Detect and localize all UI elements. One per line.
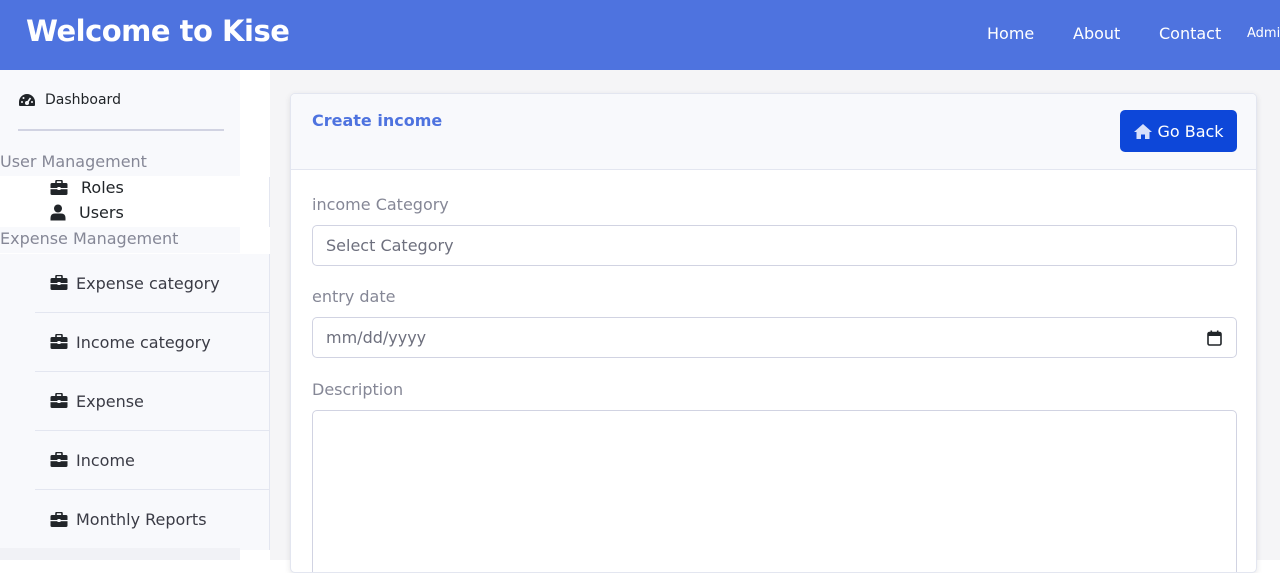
nav-contact-link[interactable]: Contact	[1159, 24, 1221, 43]
income-category-select[interactable]: Select Category	[312, 225, 1237, 266]
create-income-card: Create income Go Back income Category Se…	[290, 93, 1257, 573]
sidebar-item-users[interactable]: Users	[50, 203, 124, 222]
top-navbar: Welcome to Kise Home About Contact Admi	[0, 0, 1280, 70]
expense-category-label: Expense category	[76, 273, 220, 293]
nav-about-link[interactable]: About	[1073, 24, 1120, 43]
dashboard-label: Dashboard	[45, 92, 121, 108]
section-expense-management: Expense Management	[0, 227, 240, 253]
sidebar-item-dashboard[interactable]: Dashboard	[18, 92, 121, 108]
calendar-icon[interactable]	[1207, 330, 1222, 346]
user-management-group	[0, 177, 270, 227]
user-icon	[50, 204, 66, 221]
income-category-label: Income category	[76, 332, 211, 352]
card-title: Create income	[312, 111, 443, 130]
sidebar-item-income-category[interactable]: Income category	[35, 313, 269, 372]
roles-label: Roles	[81, 178, 124, 197]
sidebar-item-roles[interactable]: Roles	[50, 178, 124, 197]
entry-date-placeholder: mm/dd/yyyy	[326, 328, 427, 347]
nav-home-link[interactable]: Home	[987, 24, 1034, 43]
expense-label: Expense	[76, 391, 144, 411]
home-icon	[1133, 123, 1153, 140]
sidebar-item-expense[interactable]: Expense	[35, 372, 269, 431]
briefcase-icon	[50, 511, 68, 528]
sidebar-item-expense-category[interactable]: Expense category	[35, 254, 269, 313]
go-back-button[interactable]: Go Back	[1120, 110, 1237, 152]
sidebar-item-monthly-reports[interactable]: Monthly Reports	[35, 490, 269, 549]
sidebar-divider	[18, 129, 224, 131]
income-category-placeholder: Select Category	[326, 236, 454, 255]
description-label: Description	[312, 380, 404, 399]
expense-management-group: Expense category Income category Expense…	[0, 254, 270, 550]
users-label: Users	[79, 203, 124, 222]
card-header: Create income Go Back	[291, 94, 1256, 170]
monthly-reports-label: Monthly Reports	[76, 510, 207, 529]
income-category-field-label: income Category	[312, 195, 449, 214]
brand-title[interactable]: Welcome to Kise	[26, 14, 290, 48]
entry-date-input[interactable]: mm/dd/yyyy	[312, 317, 1237, 358]
sidebar-item-income[interactable]: Income	[35, 431, 269, 490]
nav-admin-link[interactable]: Admi	[1247, 26, 1280, 41]
sidebar-footer	[0, 548, 240, 560]
income-label: Income	[76, 450, 135, 470]
briefcase-icon	[50, 452, 68, 468]
briefcase-icon	[50, 334, 68, 350]
go-back-label: Go Back	[1157, 121, 1224, 141]
entry-date-label: entry date	[312, 287, 396, 306]
description-textarea[interactable]	[312, 410, 1237, 572]
briefcase-icon	[50, 393, 68, 409]
section-user-management: User Management	[0, 150, 240, 176]
sidebar: Dashboard User Management Roles Users Ex…	[0, 70, 270, 560]
briefcase-icon	[50, 179, 68, 196]
briefcase-icon	[50, 275, 68, 291]
tachometer-icon	[18, 93, 36, 107]
